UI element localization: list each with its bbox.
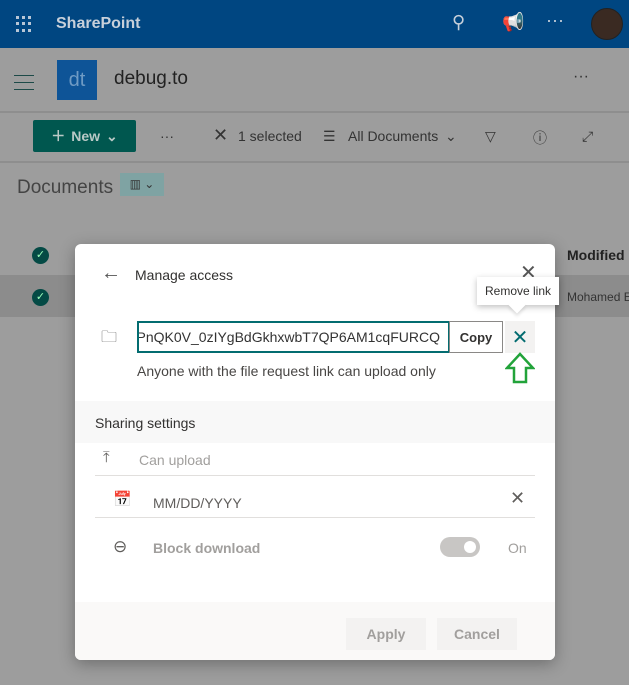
search-icon[interactable]: ⚲ (452, 12, 465, 33)
megaphone-icon[interactable]: 📢 (502, 12, 524, 33)
copy-button[interactable]: Copy (449, 321, 503, 353)
command-more-icon[interactable]: ··· (160, 128, 174, 144)
selected-count: 1 selected (238, 128, 302, 144)
checkmark-icon[interactable]: ✓ (32, 289, 49, 306)
annotation-arrow-icon (505, 352, 535, 384)
close-icon: ✕ (511, 326, 529, 349)
permission-row[interactable]: ⤒ Can upload (95, 443, 535, 476)
checkmark-icon[interactable]: ✓ (32, 247, 49, 264)
remove-link-button[interactable]: ✕ (505, 321, 535, 353)
brand-name[interactable]: SharePoint (56, 15, 140, 33)
sharing-settings-header: Sharing settings (75, 401, 555, 443)
column-header-modified[interactable]: Modified (567, 247, 625, 263)
apply-button[interactable]: Apply (346, 618, 426, 650)
toggle-state: On (508, 540, 527, 556)
command-bar: ＋ New ⌄ ··· ✕ 1 selected ☰ All Documents ⌄… (0, 115, 629, 163)
site-logo: dt (57, 60, 97, 100)
hamburger-icon[interactable] (14, 75, 34, 96)
block-download-toggle[interactable] (440, 537, 480, 557)
link-value: hPnQK0V_0zIYgBdGkhxwbT7QP6AM1cqFURCQ (137, 329, 440, 345)
chevron-down-icon: ⌄ (106, 127, 118, 144)
link-input[interactable]: hPnQK0V_0zIYgBdGkhxwbT7QP6AM1cqFURCQ (137, 321, 450, 353)
block-icon: ⊖ (113, 537, 128, 556)
folder-link-icon: 🗀 (101, 329, 118, 346)
calendar-icon[interactable]: 📅 (113, 490, 132, 508)
info-icon[interactable]: ⓘ (533, 128, 547, 148)
link-description: Anyone with the file request link can up… (137, 363, 436, 379)
site-name[interactable]: debug.to (114, 68, 188, 90)
expiration-row[interactable]: 📅 MM/DD/YYYY ✕ (95, 476, 535, 518)
suite-header: SharePoint ⚲ 📢 ··· (0, 0, 629, 48)
upload-icon: ⤒ (103, 449, 110, 466)
site-header: dt debug.to ··· (0, 48, 629, 113)
manage-access-dialog: ← Manage access ✕ Remove link 🗀 hPnQK0V_… (75, 244, 559, 660)
dialog-footer: Apply Cancel (75, 602, 555, 660)
site-more-icon[interactable]: ··· (573, 68, 589, 86)
remove-link-tooltip: Remove link (477, 277, 559, 305)
view-options-icon[interactable]: ☰ (323, 128, 336, 145)
library-title: Documents (17, 177, 114, 198)
clear-date-icon[interactable]: ✕ (510, 488, 525, 509)
date-input[interactable]: MM/DD/YYYY (153, 495, 242, 511)
new-label: New (71, 128, 101, 144)
permission-label: Can upload (139, 452, 211, 468)
block-download-label: Block download (153, 540, 261, 556)
dialog-title: Manage access (135, 267, 234, 283)
expand-icon[interactable]: ⤢ (582, 128, 593, 145)
modified-by: Mohamed E (567, 290, 629, 304)
more-icon[interactable]: ··· (546, 10, 564, 31)
view-switcher[interactable]: All Documents (348, 128, 438, 144)
new-button[interactable]: ＋ New ⌄ (33, 120, 136, 152)
filter-icon[interactable]: ▽ (485, 128, 496, 145)
avatar[interactable] (591, 8, 623, 40)
back-arrow-icon[interactable]: ← (101, 262, 121, 285)
app-launcher-icon[interactable] (16, 16, 32, 32)
chevron-down-icon[interactable]: ⌄ (445, 128, 457, 145)
library-view-button[interactable]: ▥ ⌄ (120, 173, 164, 196)
plus-icon: ＋ (51, 128, 66, 144)
clear-selection-icon[interactable]: ✕ (213, 125, 228, 146)
cancel-button[interactable]: Cancel (437, 618, 517, 650)
